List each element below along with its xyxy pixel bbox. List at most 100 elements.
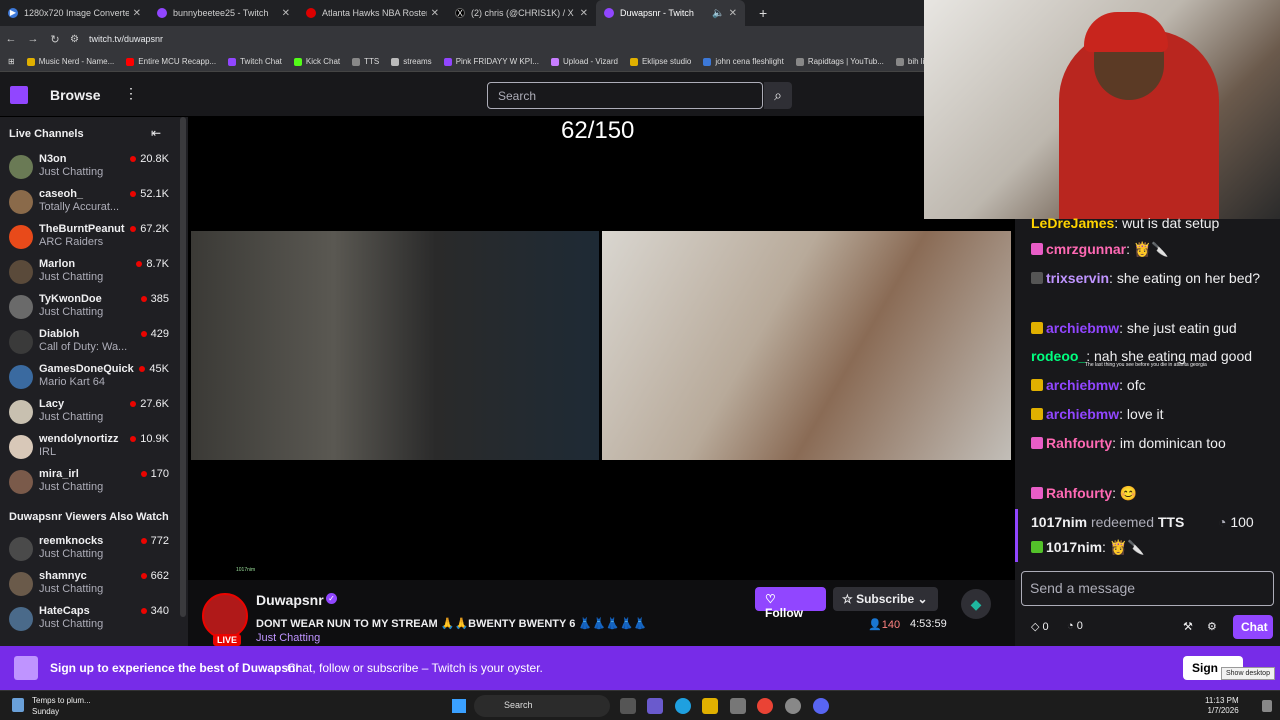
reload-icon[interactable]: ↻ [44, 33, 66, 46]
bookmark-icon [26, 57, 35, 66]
bookmark-item[interactable]: Eklipse studio [629, 57, 691, 66]
bookmark-item[interactable]: Rapidtags | YouTub... [795, 57, 884, 66]
more-options-icon[interactable]: ⋮ [124, 85, 138, 102]
sidebar-channel[interactable]: wendolynortizz IRL 10.9K [9, 433, 173, 465]
browser-tab[interactable]: bunnybeetee25 - Twitch ✕ [149, 0, 298, 26]
sidebar-channel[interactable]: HateCaps Just Chatting 340 [9, 605, 173, 637]
browser-tab[interactable]: ▶1280x720 Image Converter | Fr✕ [0, 0, 149, 26]
chat-message: archiebmw: love it [1031, 404, 1277, 425]
speaker-icon[interactable]: 🔈 [712, 8, 724, 19]
edge-icon[interactable] [675, 698, 691, 714]
sidebar-channel[interactable]: N3on Just Chatting 20.8K [9, 153, 173, 185]
close-icon[interactable]: ✕ [282, 8, 290, 19]
weather-widget[interactable]: Temps to plum... Sunday [32, 695, 91, 717]
rapidtags-icon [795, 57, 804, 66]
chat-send-button[interactable]: Chat [1233, 615, 1273, 639]
channel-points-icon[interactable]: ◔ 0 [1067, 620, 1083, 632]
show-desktop-tooltip: Show desktop [1221, 667, 1275, 680]
close-icon[interactable]: ✕ [431, 8, 439, 19]
close-icon[interactable]: ✕ [580, 8, 588, 19]
subscribe-button[interactable]: ☆ Subscribe ⌄ [833, 587, 938, 611]
store-icon[interactable] [730, 698, 746, 714]
bookmark-item[interactable]: john cena fleshlight [703, 57, 784, 66]
live-dot-icon [130, 156, 137, 162]
browser-tab[interactable]: X (2) chris (@CHRIS1K) / X ✕ [447, 0, 596, 26]
chrome-icon[interactable] [757, 698, 773, 714]
streamer-avatar[interactable] [202, 593, 248, 639]
discord-icon[interactable] [813, 698, 829, 714]
x-favicon-icon: X [455, 8, 465, 18]
avatar [9, 330, 33, 354]
app-icon[interactable] [785, 698, 801, 714]
back-icon[interactable]: ← [0, 33, 22, 45]
bookmark-item[interactable]: TTS [352, 57, 379, 66]
collapse-sidebar-icon[interactable]: ⇤ [151, 126, 161, 140]
browse-link[interactable]: Browse [50, 87, 101, 103]
bookmark-item[interactable]: Upload - Vizard [550, 57, 618, 66]
bookmark-item[interactable]: Kick Chat [293, 57, 340, 66]
stream-category[interactable]: Just Chatting [256, 632, 320, 644]
video-player[interactable]: 62/150 1017nim [188, 117, 1015, 580]
bookmark-item[interactable]: Pink FRIDAYY W KPI... [443, 57, 539, 66]
live-dot-icon [140, 471, 147, 477]
new-tab-button[interactable]: + [759, 5, 767, 21]
hype-badge-icon[interactable]: ◆ [961, 589, 991, 619]
streamer-name[interactable]: Duwapsnr [256, 592, 324, 608]
browser-tab-active[interactable]: Duwapsnr - Twitch 🔈 ✕ [596, 0, 745, 26]
forward-icon[interactable]: → [22, 33, 44, 45]
chat-footer: ◇ 0 ◔ 0 ⚒ ⚙ Chat [1015, 615, 1280, 645]
url-field[interactable]: twitch.tv/duwapsnr [89, 34, 163, 44]
signup-banner: Sign up to experience the best of Duwaps… [0, 646, 1280, 690]
bits-icon[interactable]: ◇ 0 [1031, 620, 1049, 633]
sidebar-channel[interactable]: Diabloh Call of Duty: Wa... 429 [9, 328, 173, 360]
weather-icon [12, 698, 24, 712]
live-dot-icon [140, 573, 147, 579]
taskbar-search[interactable]: Search [474, 695, 610, 717]
person-icon: 👤 [868, 619, 882, 631]
bookmark-item[interactable]: Twitch Chat [228, 57, 282, 66]
chat-input[interactable]: Send a message [1021, 571, 1274, 606]
site-info-icon[interactable]: ⚙ [70, 34, 79, 45]
eklipse-icon [629, 57, 638, 66]
follow-button[interactable]: ♡ Follow [755, 587, 826, 620]
settings-icon[interactable]: ⚙ [1207, 620, 1217, 633]
twitch-icon [228, 57, 237, 66]
sidebar-channel[interactable]: reemknocks Just Chatting 772 [9, 535, 173, 567]
apps-icon[interactable]: ⊞ [8, 57, 15, 66]
file-explorer-icon[interactable] [702, 698, 718, 714]
sidebar-scrollbar[interactable] [180, 117, 186, 617]
twitch-favicon-icon [157, 8, 167, 18]
live-dot-icon [140, 331, 147, 337]
sidebar-channel[interactable]: TyKwonDoe Just Chatting 385 [9, 293, 173, 325]
sidebar: Live Channels ⇤ N3on Just Chatting 20.8K c… [0, 117, 188, 646]
bookmark-item[interactable]: Music Nerd - Name... [26, 57, 114, 66]
badge-icon [1031, 272, 1043, 284]
video-feed-left [191, 231, 599, 460]
close-icon[interactable]: ✕ [133, 8, 141, 19]
search-input[interactable]: Search [487, 82, 763, 109]
bookmark-item[interactable]: Entire MCU Recapp... [126, 57, 216, 66]
task-view-icon[interactable] [620, 698, 636, 714]
redemption-cost: ◔ 100 [1218, 514, 1254, 530]
avatar [9, 400, 33, 424]
clock[interactable]: 11:13 PM 1/7/2026 [1205, 696, 1239, 716]
browser-tab[interactable]: Atlanta Hawks NBA Roster - ESP✕ [298, 0, 447, 26]
sidebar-channel[interactable]: Marlon Just Chatting 8.7K [9, 258, 173, 290]
sidebar-channel[interactable]: mira_irl Just Chatting 170 [9, 468, 173, 500]
copilot-icon[interactable] [647, 698, 663, 714]
close-icon[interactable]: ✕ [729, 8, 737, 19]
notification-icon[interactable] [1262, 700, 1272, 712]
live-dot-icon [140, 538, 147, 544]
chevron-down-icon: ⌄ [914, 592, 928, 606]
sidebar-channel[interactable]: GamesDoneQuick Mario Kart 64 45K [9, 363, 173, 395]
mod-tools-icon[interactable]: ⚒ [1183, 620, 1193, 633]
sidebar-channel[interactable]: TheBurntPeanut ARC Raiders 67.2K [9, 223, 173, 255]
avatar [9, 537, 33, 561]
bookmark-item[interactable]: streams [391, 57, 432, 66]
start-icon[interactable] [452, 699, 466, 713]
twitch-logo-icon[interactable] [10, 86, 28, 104]
sidebar-channel[interactable]: Lacy Just Chatting 27.6K [9, 398, 173, 430]
sidebar-channel[interactable]: caseoh_ Totally Accurat... 52.1K [9, 188, 173, 220]
search-icon[interactable]: ⌕ [764, 82, 792, 109]
sidebar-channel[interactable]: shamnyc Just Chatting 662 [9, 570, 173, 602]
